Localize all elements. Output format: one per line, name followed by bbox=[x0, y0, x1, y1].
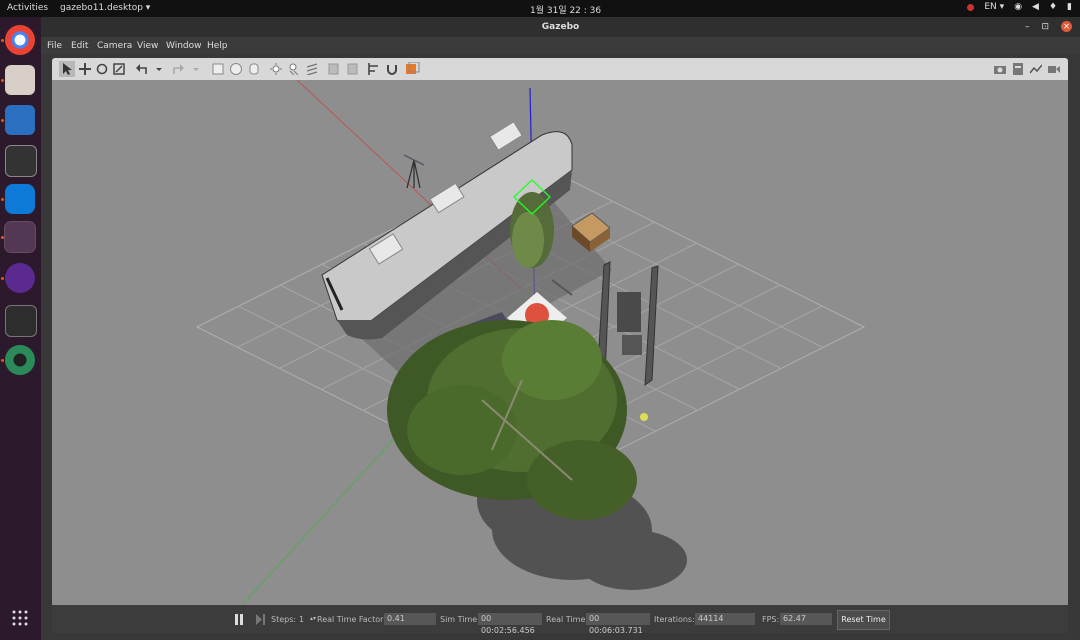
log-icon[interactable] bbox=[1012, 63, 1024, 75]
translate-icon[interactable] bbox=[79, 63, 91, 75]
iterations-value: 44114 bbox=[695, 613, 755, 625]
undo-dropdown-icon[interactable] bbox=[155, 63, 163, 75]
running-indicator bbox=[1, 119, 4, 122]
running-indicator bbox=[1, 277, 4, 280]
menu-window[interactable]: Window bbox=[166, 41, 202, 51]
redo-dropdown-icon[interactable] bbox=[192, 63, 200, 75]
window-titlebar[interactable]: Gazebo – ⊡ ✕ bbox=[41, 17, 1080, 37]
real-time-label: Real Time: bbox=[546, 615, 589, 624]
files-icon[interactable] bbox=[5, 65, 35, 95]
menu-camera[interactable]: Camera bbox=[97, 41, 132, 51]
directional-light-icon[interactable] bbox=[306, 63, 318, 75]
menu-bar: File Edit Camera View Window Help bbox=[41, 37, 1080, 54]
point-light-icon[interactable] bbox=[270, 63, 282, 75]
teamviewer-icon[interactable] bbox=[5, 184, 35, 214]
menu-edit[interactable]: Edit bbox=[71, 41, 88, 51]
large-tree-model bbox=[387, 320, 637, 520]
fps-value: 62.47 bbox=[780, 613, 832, 625]
battery-icon[interactable]: ▮ bbox=[1067, 2, 1072, 12]
running-indicator bbox=[1, 236, 4, 239]
step-icon[interactable] bbox=[256, 614, 266, 625]
box-icon[interactable] bbox=[212, 63, 224, 75]
restore-button[interactable]: ⊡ bbox=[1041, 22, 1049, 32]
cylinder-icon[interactable] bbox=[248, 63, 260, 75]
spot-light-icon[interactable] bbox=[288, 63, 300, 75]
snap-icon[interactable] bbox=[386, 63, 398, 75]
paste-icon[interactable] bbox=[346, 63, 358, 75]
system-tray[interactable]: EN ▾ ◉ ◀ ♦ ▮ bbox=[967, 2, 1072, 12]
close-button[interactable]: ✕ bbox=[1061, 21, 1072, 32]
running-indicator bbox=[1, 79, 4, 82]
align-icon[interactable] bbox=[368, 63, 380, 75]
menu-file[interactable]: File bbox=[47, 41, 62, 51]
rtf-value: 0.41 bbox=[384, 613, 436, 625]
status-bar: Steps: 1 ▴▾ Real Time Factor: 0.41 Sim T… bbox=[52, 605, 1068, 635]
activities-button[interactable]: Activities bbox=[7, 3, 48, 13]
mic-icon[interactable]: ♦ bbox=[1049, 2, 1057, 12]
sim-time-label: Sim Time: bbox=[440, 615, 480, 624]
select-arrow-icon[interactable] bbox=[59, 61, 75, 77]
toolbar bbox=[52, 58, 1068, 80]
writer-icon[interactable] bbox=[5, 105, 35, 135]
wifi-icon[interactable]: ◉ bbox=[1014, 2, 1022, 12]
menu-view[interactable]: View bbox=[137, 41, 158, 51]
sphere-icon[interactable] bbox=[230, 63, 242, 75]
dock bbox=[0, 17, 41, 640]
plot-icon[interactable] bbox=[1030, 63, 1042, 75]
copy-icon[interactable] bbox=[328, 63, 340, 75]
menu-help[interactable]: Help bbox=[207, 41, 228, 51]
redo-icon[interactable] bbox=[172, 63, 184, 75]
running-indicator bbox=[1, 39, 4, 42]
reset-time-button[interactable]: Reset Time bbox=[837, 610, 890, 630]
running-indicator bbox=[1, 359, 4, 362]
app-menu[interactable]: gazebo11.desktop ▾ bbox=[60, 3, 150, 13]
scale-icon[interactable] bbox=[113, 63, 125, 75]
fps-label: FPS: bbox=[762, 615, 780, 624]
qgroundcontrol-icon[interactable] bbox=[5, 263, 35, 293]
steps-spin-arrows-icon[interactable]: ▴▾ bbox=[310, 615, 316, 622]
window-title: Gazebo bbox=[541, 22, 580, 32]
rotate-icon[interactable] bbox=[96, 63, 108, 75]
iterations-label: Iterations: bbox=[654, 615, 695, 624]
record-indicator-icon[interactable] bbox=[967, 3, 975, 11]
sim-time-value: 00 00:02:56.456 bbox=[478, 613, 542, 635]
chrome-icon[interactable] bbox=[5, 25, 35, 55]
language-indicator[interactable]: EN ▾ bbox=[984, 2, 1004, 12]
undo-icon[interactable] bbox=[136, 63, 148, 75]
steps-spinbox[interactable]: 1 bbox=[299, 615, 304, 624]
volume-icon[interactable]: ◀ bbox=[1032, 2, 1039, 12]
minimize-button[interactable]: – bbox=[1025, 22, 1030, 32]
gazebo-icon[interactable] bbox=[4, 221, 36, 253]
scene-viewport[interactable] bbox=[52, 80, 1068, 605]
rtf-label: Real Time Factor: bbox=[317, 615, 386, 624]
camera-icon[interactable] bbox=[5, 345, 35, 375]
marker-object bbox=[640, 413, 648, 421]
running-indicator bbox=[1, 198, 4, 201]
sysmon-icon[interactable] bbox=[5, 145, 37, 177]
screenshot-icon[interactable] bbox=[994, 63, 1006, 75]
video-icon[interactable] bbox=[1048, 63, 1060, 75]
clock[interactable]: 1월 31일 22 : 36 bbox=[530, 3, 601, 16]
pause-icon[interactable] bbox=[234, 614, 244, 625]
top-bar: Activities gazebo11.desktop ▾ 1월 31일 22 … bbox=[0, 0, 1080, 17]
scene-render bbox=[195, 80, 866, 605]
terminal-icon[interactable] bbox=[5, 305, 37, 337]
real-time-value: 00 00:06:03.731 bbox=[586, 613, 650, 635]
show-applications-icon[interactable] bbox=[12, 610, 28, 626]
steps-label: Steps: bbox=[271, 615, 297, 624]
view-angle-icon[interactable] bbox=[406, 62, 420, 76]
